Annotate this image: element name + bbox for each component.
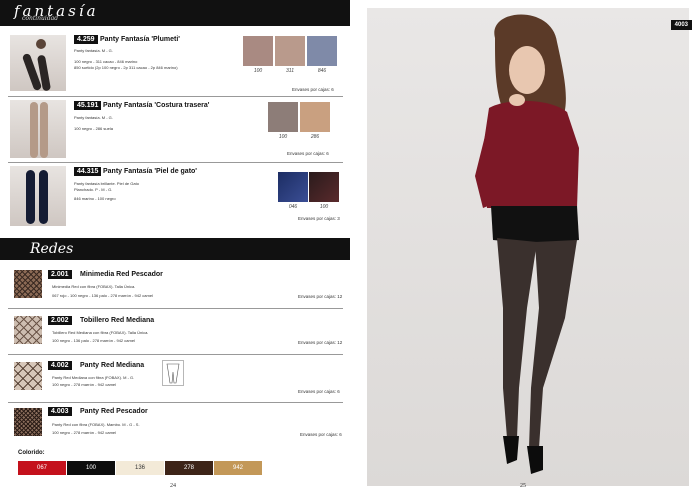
product-colors: 100 negro - 286 suela [74,126,113,131]
model-photo [367,8,689,486]
product-name: Panty Fantasía 'Costura trasera' [103,102,210,109]
product-colors: 846 marino - 100 negro [74,196,116,201]
color-chip-136: 136 [116,461,164,475]
redes-title: Redes [30,241,74,257]
swatch [275,36,305,66]
swatch-label: 100 [319,204,329,210]
panty-icon [162,360,184,386]
product-sizes: Panty fantasía. M - G. [74,115,113,120]
product-code: 44.315 [74,167,102,176]
divider [8,96,343,97]
product-photo [10,35,66,91]
product-code: 2.002 [48,316,72,325]
right-page: 4003 25 [350,0,700,495]
product-code: 45.191 [74,101,102,110]
swatch [307,36,337,66]
product-colors: 067 rojo - 100 negro - 136 palo - 278 ma… [52,293,153,298]
header-bar: fantasía continuidad [0,0,350,26]
product-colors: 100 negro - 278 marrón - 942 camel [52,382,117,387]
box-qty: Envases por cajas: 12 [298,294,343,299]
swatch-label: 846 [317,68,327,74]
divider [8,308,343,309]
product-assortment: 850 surtido (2p 100 negro - 2p 311 cacao… [74,65,178,70]
swatch [243,36,273,66]
box-qty: Envases por cajas: 12 [298,340,343,345]
product-item: 2.002 Tobillero Red Mediana Tobillero Re… [0,312,350,354]
product-description: Minimedia Red con fibra (FOBAX). Talla Ú… [52,284,136,289]
swatch [278,172,308,202]
product-code: 4.002 [48,361,72,370]
product-item: 4.002 Panty Red Mediana Panty Red Median… [0,358,350,402]
color-chip-067: 067 [18,461,66,475]
page-number-left: 24 [170,483,176,489]
mesh-swatch [14,408,42,436]
left-page: fantasía continuidad 4.259 Panty Fantasí… [0,0,350,495]
product-name: Panty Red Pescador [80,408,148,415]
product-name: Panty Red Mediana [80,362,145,369]
product-code: 2.001 [48,270,72,279]
mesh-swatch [14,316,42,344]
box-qty: Envases por cajas: 6 [292,87,334,92]
product-item: 44.315 Panty Fantasía 'Piel de gato' Pan… [0,164,350,228]
product-description: Panty Red Mediana con fibra (FOBAX). M -… [52,375,135,380]
colorido-label: Colorido: [18,450,45,456]
product-photo [10,166,66,226]
swatch-label: 311 [286,68,294,74]
product-item: 2.001 Minimedia Red Pescador Minimedia R… [0,266,350,308]
product-description: Tobillero Red Mediana con fibra (FOBAX).… [52,330,149,335]
color-chip-942: 942 [214,461,262,475]
product-colors: 100 negro - 136 palo - 278 marrón - 942 … [52,338,135,343]
product-item: 45.191 Panty Fantasía 'Costura trasera' … [0,98,350,160]
product-sizes: Panty fantasía. M - G. [74,48,113,53]
product-sizes: Planchado. P - M - G. [74,187,113,192]
swatch-label: 046 [288,204,298,210]
divider [8,162,343,163]
product-name: Tobillero Red Mediana [80,317,155,324]
product-photo [10,100,66,158]
swatch-label: 286 [310,134,320,140]
box-qty: Envases por cajas: 6 [300,432,342,437]
product-code: 4.259 [74,35,98,44]
product-name: Panty Fantasía 'Plumeti' [100,36,180,43]
header-subtitle: continuidad [22,15,59,22]
swatch-label: 100 [278,134,288,140]
swatch [268,102,298,132]
model-figure [475,14,579,474]
divider [8,402,343,403]
swatch-label: 100 [253,68,263,74]
product-code-tag: 4003 [670,20,692,30]
product-name: Panty Fantasía 'Piel de gato' [103,168,197,175]
product-name: Minimedia Red Pescador [80,271,163,278]
product-description: Panty Red con fibra (FOBAX). Mambo. M - … [52,422,140,427]
color-chip-100: 100 [67,461,115,475]
box-qty: Envases por cajas: 3 [298,216,340,221]
divider [8,354,343,355]
box-qty: Envases por cajas: 6 [298,389,340,394]
redes-header-bar: Redes [0,238,350,260]
swatch [300,102,330,132]
page-number-right: 25 [520,483,526,489]
color-chip-278: 278 [165,461,213,475]
product-item: 4.003 Panty Red Pescador Panty Red con f… [0,404,350,446]
product-item: 4.259 Panty Fantasía 'Plumeti' Panty fan… [0,32,350,94]
product-colors: 100 negro - 278 marrón - 942 camel [52,430,117,435]
swatch [309,172,339,202]
mesh-swatch [14,362,42,390]
product-code: 4.003 [48,407,72,416]
box-qty: Envases por cajas: 6 [287,151,329,156]
mesh-swatch [14,270,42,298]
